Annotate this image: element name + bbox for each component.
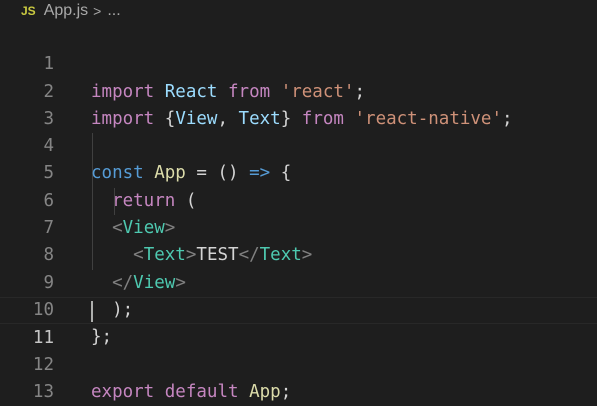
code-line[interactable]: 10 }; [0, 270, 597, 347]
code-editor[interactable]: 1 import React from 'react'; 2 import {V… [0, 24, 597, 406]
code-line[interactable]: 1 import React from 'react'; [0, 24, 597, 101]
breadcrumb-more[interactable]: ... [107, 2, 120, 20]
breadcrumb-file[interactable]: App.js [44, 2, 88, 20]
code-line[interactable]: 12 export default App; [0, 324, 597, 402]
line-number: 13 [32, 381, 54, 402]
code-line[interactable]: 5 return ( [0, 133, 597, 210]
code-line[interactable]: 4 const App = () => { [0, 106, 597, 183]
code-line[interactable]: 13 [0, 352, 597, 402]
javascript-file-icon: JS [21, 4, 36, 18]
code-line[interactable]: 3 [0, 79, 597, 129]
line-content[interactable]: export default App; [91, 379, 291, 406]
code-line[interactable]: 9 ); [0, 242, 597, 320]
chevron-right-icon: > [93, 3, 102, 19]
text-cursor [91, 300, 93, 322]
code-line-active[interactable]: 11 [0, 296, 597, 348]
code-line[interactable]: 8 </View> [0, 215, 597, 292]
code-line[interactable]: 6 <View> [0, 160, 597, 238]
code-line[interactable]: 2 import {View, Text} from 'react-native… [0, 51, 597, 129]
code-line[interactable]: 7 <Text>TEST</Text> [0, 188, 597, 265]
breadcrumb: JS App.js > ... [0, 0, 597, 22]
